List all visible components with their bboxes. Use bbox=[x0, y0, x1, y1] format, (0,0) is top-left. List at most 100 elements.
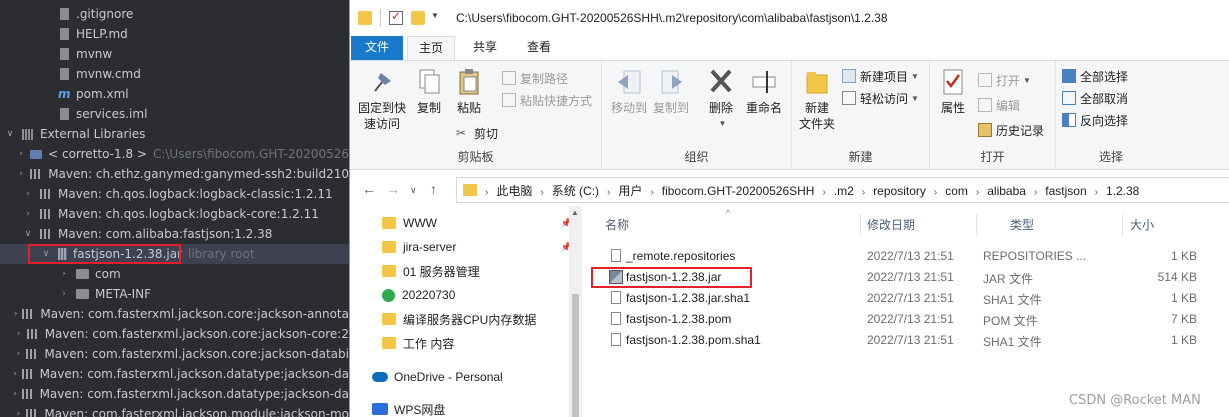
tab-share[interactable]: 共享 bbox=[462, 36, 508, 60]
tree-item[interactable]: ∨ Maven: com.alibaba:fastjson:1.2.38 bbox=[0, 224, 349, 244]
tree-item[interactable]: › Maven: com.fasterxml.jackson.core:jacks… bbox=[0, 304, 349, 324]
tree-item[interactable]: HELP.md bbox=[0, 24, 349, 44]
chevron-down-icon[interactable]: ∨ bbox=[4, 129, 16, 139]
column-type[interactable]: 类型 bbox=[1010, 216, 1034, 233]
tree-item[interactable]: ∨ External Libraries bbox=[0, 124, 349, 144]
paste-shortcut-button[interactable]: 粘贴快捷方式 bbox=[502, 91, 592, 109]
chevron-right-icon[interactable]: › bbox=[17, 149, 26, 159]
breadcrumb-separator-icon[interactable]: › bbox=[650, 187, 653, 198]
customize-quick-access-icon[interactable]: ▼ bbox=[431, 11, 441, 25]
new-item-button[interactable]: 新建项目 ▼ bbox=[842, 67, 919, 85]
recent-locations-chevron-icon[interactable]: ∨ bbox=[410, 185, 417, 196]
address-breadcrumb[interactable]: › 此电脑 › 系统 (C:) › 用户 › fibocom.GHT-20200526SHH ›… bbox=[456, 177, 1229, 203]
chevron-right-icon[interactable]: › bbox=[12, 389, 18, 399]
invert-selection-button[interactable]: 反向选择 bbox=[1062, 111, 1128, 129]
column-divider[interactable] bbox=[860, 214, 861, 236]
rename-button[interactable]: 重命名 bbox=[742, 67, 786, 116]
nav-item[interactable]: 20220730 bbox=[382, 284, 572, 306]
tree-item[interactable]: › Maven: com.fasterxml.jackson.module:jac… bbox=[0, 404, 349, 417]
chevron-right-icon[interactable]: › bbox=[15, 329, 23, 339]
properties-button[interactable]: 属性 bbox=[934, 67, 972, 116]
tree-item[interactable]: m pom.xml bbox=[0, 84, 349, 104]
tree-item[interactable]: .gitignore bbox=[0, 4, 349, 24]
tab-view[interactable]: 查看 bbox=[516, 36, 562, 60]
chevron-right-icon[interactable]: › bbox=[22, 189, 34, 199]
easy-access-button[interactable]: 轻松访问 ▼ bbox=[842, 89, 919, 107]
nav-item[interactable]: 工作 内容 bbox=[382, 332, 572, 354]
copy-to-button[interactable]: 复制到 bbox=[652, 67, 690, 116]
tab-home[interactable]: 主页 bbox=[407, 36, 455, 60]
file-row[interactable]: _remote.repositories 2022/7/13 21:51 REPOS… bbox=[590, 246, 1229, 267]
move-to-button[interactable]: 移动到 bbox=[610, 67, 648, 116]
breadcrumb-separator-icon[interactable]: › bbox=[822, 187, 825, 198]
breadcrumb-item[interactable]: repository bbox=[873, 184, 926, 198]
properties-quick-icon[interactable] bbox=[389, 9, 403, 25]
delete-button[interactable]: 删除 ▼ bbox=[702, 67, 740, 132]
new-folder-quick-icon[interactable] bbox=[411, 11, 425, 25]
chevron-right-icon[interactable]: › bbox=[58, 289, 70, 299]
breadcrumb-separator-icon[interactable]: › bbox=[485, 187, 488, 198]
tree-item[interactable]: mvnw.cmd bbox=[0, 64, 349, 84]
copy-button[interactable]: 复制 bbox=[410, 67, 448, 116]
tree-item[interactable]: › Maven: com.fasterxml.jackson.core:jacks… bbox=[0, 324, 349, 344]
breadcrumb-item[interactable]: .m2 bbox=[834, 184, 854, 198]
chevron-right-icon[interactable]: › bbox=[12, 309, 19, 319]
column-size[interactable]: 大小 bbox=[1130, 216, 1154, 233]
column-date[interactable]: 修改日期 bbox=[867, 216, 915, 233]
nav-item[interactable]: 编译服务器CPU内存数据 bbox=[382, 308, 572, 330]
chevron-down-icon[interactable]: ∨ bbox=[22, 229, 34, 239]
file-row[interactable]: fastjson-1.2.38.pom.sha1 2022/7/13 21:51 S… bbox=[590, 330, 1229, 351]
forward-arrow-icon[interactable]: → bbox=[386, 181, 400, 197]
tree-item[interactable]: › Maven: com.fasterxml.jackson.datatype:j… bbox=[0, 364, 349, 384]
breadcrumb-separator-icon[interactable]: › bbox=[976, 187, 979, 198]
tab-file[interactable]: 文件 bbox=[351, 36, 403, 60]
breadcrumb-separator-icon[interactable]: › bbox=[607, 187, 610, 198]
tree-item[interactable]: › Maven: com.fasterxml.jackson.core:jacks… bbox=[0, 344, 349, 364]
copy-path-button[interactable]: 复制路径 bbox=[502, 69, 568, 87]
column-divider[interactable] bbox=[976, 214, 977, 236]
file-row[interactable]: fastjson-1.2.38.pom 2022/7/13 21:51 POM 文件… bbox=[590, 309, 1229, 330]
cut-button[interactable]: ✂ 剪切 bbox=[456, 124, 498, 142]
file-row[interactable]: fastjson-1.2.38.jar.sha1 2022/7/13 21:51 S… bbox=[590, 288, 1229, 309]
chevron-right-icon[interactable]: › bbox=[22, 209, 34, 219]
breadcrumb-item[interactable]: fastjson bbox=[1045, 184, 1086, 198]
tree-item[interactable]: › META-INF bbox=[0, 284, 349, 304]
edit-button[interactable]: 编辑 bbox=[978, 96, 1020, 114]
breadcrumb-item[interactable]: alibaba bbox=[987, 184, 1026, 198]
breadcrumb-item[interactable]: 此电脑 bbox=[496, 184, 532, 198]
open-button[interactable]: 打开 ▼ bbox=[978, 71, 1031, 89]
chevron-right-icon[interactable]: › bbox=[12, 369, 18, 379]
column-divider[interactable] bbox=[1122, 214, 1123, 236]
tree-item[interactable]: › com bbox=[0, 264, 349, 284]
breadcrumb-item[interactable]: 1.2.38 bbox=[1106, 184, 1139, 198]
nav-item[interactable]: 01 服务器管理 bbox=[382, 260, 572, 282]
tree-item[interactable]: › Maven: ch.qos.logback:logback-classic:1… bbox=[0, 184, 349, 204]
breadcrumb-separator-icon[interactable]: › bbox=[1095, 187, 1098, 198]
nav-wps[interactable]: WPS网盘 bbox=[372, 398, 445, 417]
nav-item[interactable]: jira-server 📌 bbox=[382, 236, 572, 258]
chevron-right-icon[interactable]: › bbox=[15, 349, 23, 359]
back-arrow-icon[interactable]: ← bbox=[362, 181, 376, 197]
tree-item[interactable]: › Maven: com.fasterxml.jackson.datatype:j… bbox=[0, 384, 349, 404]
breadcrumb-item[interactable]: com bbox=[945, 184, 968, 198]
breadcrumb-item[interactable]: 系统 (C:) bbox=[552, 184, 599, 198]
nav-item[interactable]: WWW 📌 bbox=[382, 212, 572, 234]
tree-item[interactable]: mvnw bbox=[0, 44, 349, 64]
column-name[interactable]: 名称 bbox=[605, 216, 629, 233]
history-button[interactable]: 历史记录 bbox=[978, 121, 1044, 139]
breadcrumb-item[interactable]: 用户 bbox=[618, 184, 642, 198]
chevron-right-icon[interactable]: › bbox=[58, 269, 70, 279]
tree-item[interactable]: › Maven: ch.qos.logback:logback-core:1.2.… bbox=[0, 204, 349, 224]
breadcrumb-separator-icon[interactable]: › bbox=[862, 187, 865, 198]
breadcrumb-separator-icon[interactable]: › bbox=[934, 187, 937, 198]
tree-item[interactable]: services.iml bbox=[0, 104, 349, 124]
scroll-thumb[interactable] bbox=[572, 294, 579, 417]
breadcrumb-separator-icon[interactable]: › bbox=[1034, 187, 1037, 198]
select-all-button[interactable]: 全部选择 bbox=[1062, 67, 1128, 85]
chevron-right-icon[interactable]: › bbox=[17, 169, 26, 179]
chevron-right-icon[interactable]: › bbox=[15, 409, 23, 417]
tree-item[interactable]: › Maven: ch.ethz.ganymed:ganymed-ssh2:bui… bbox=[0, 164, 349, 184]
new-folder-button[interactable]: 新建 文件夹 bbox=[794, 67, 840, 132]
up-arrow-icon[interactable]: ↑ bbox=[430, 181, 437, 197]
breadcrumb-item[interactable]: fibocom.GHT-20200526SHH bbox=[662, 184, 815, 198]
